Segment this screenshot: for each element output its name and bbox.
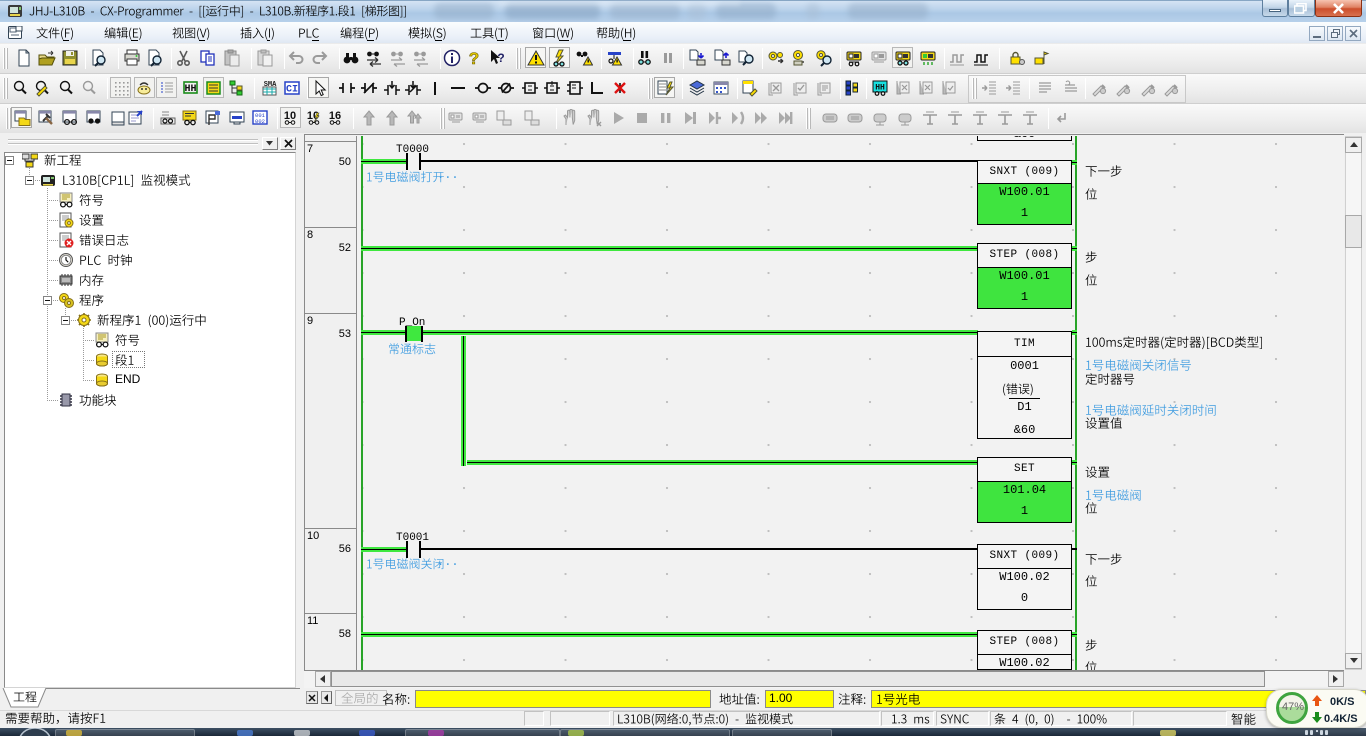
svg-text:10: 10 bbox=[284, 110, 296, 122]
svg-text:16: 16 bbox=[329, 110, 341, 122]
svg-text:002: 002 bbox=[255, 118, 265, 125]
svg-text:?: ? bbox=[497, 51, 504, 65]
svg-text:?: ? bbox=[469, 49, 479, 67]
svg-text:CI: CI bbox=[286, 85, 298, 96]
svg-text:HH: HH bbox=[184, 84, 196, 95]
